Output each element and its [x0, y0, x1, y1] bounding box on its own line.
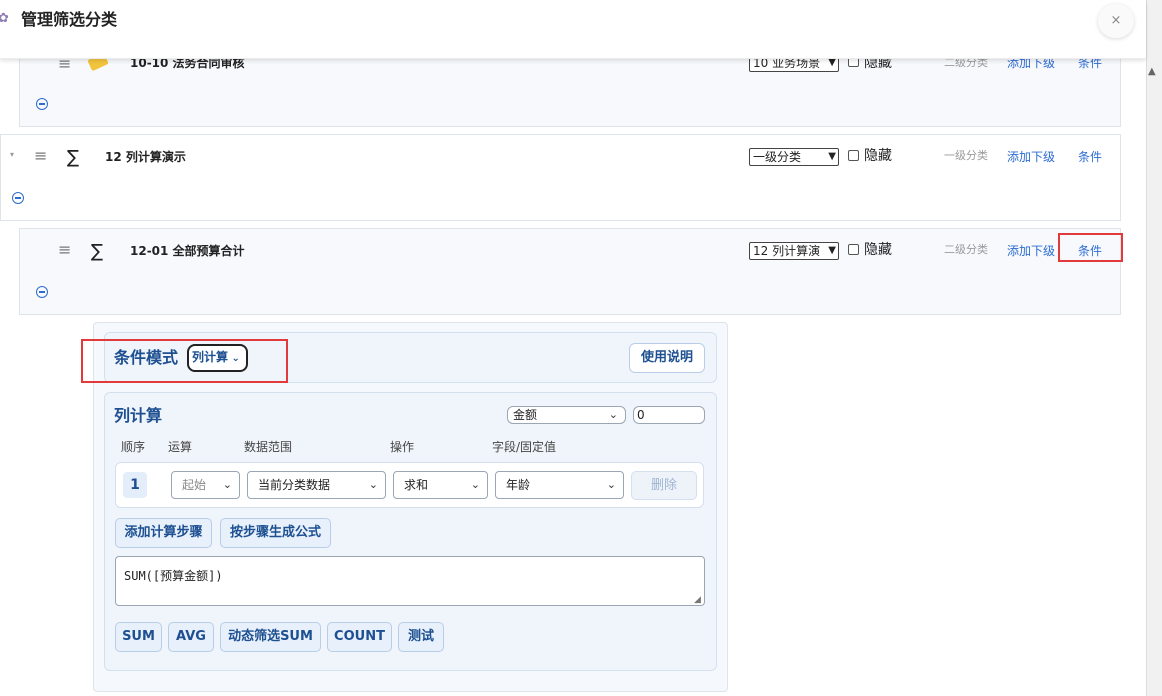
col-order: 顺序 [121, 440, 146, 454]
step-op-select[interactable]: 起始 ⌄ [171, 471, 240, 499]
level-label: 一级分类 [944, 149, 988, 162]
dialog-title: 管理筛选分类 [21, 10, 118, 29]
mode-highlight [81, 339, 288, 383]
gear-icon: ✿ [0, 11, 9, 26]
step-field-select[interactable]: 年龄 ⌄ [495, 471, 624, 499]
hide-checkbox[interactable] [848, 244, 859, 255]
field-value-text: 0 [637, 408, 645, 422]
add-child-link[interactable]: 添加下级 [1007, 147, 1055, 167]
edge-caret-icon: ▲ [1148, 66, 1156, 77]
close-button[interactable]: × [1098, 4, 1134, 38]
col-field: 字段/固定值 [492, 440, 557, 454]
field-value-input[interactable]: 0 [633, 406, 705, 424]
hide-checkbox[interactable] [848, 150, 859, 161]
resize-handle-icon[interactable]: ◢ [694, 595, 701, 605]
category-name: 12 列计算演示 [105, 150, 186, 164]
step-action-select[interactable]: 求和 ⌄ [393, 471, 488, 499]
delete-step-button[interactable]: 删除 [631, 471, 697, 500]
field-select[interactable]: 金额 ⌄ [507, 406, 626, 424]
dialog-header-overlay: ✿ 管理筛选分类 × [0, 0, 1146, 59]
hide-label: 隐藏 [864, 148, 892, 164]
collapse-minus-icon[interactable] [36, 286, 48, 298]
step-order: 1 [123, 472, 147, 498]
parent-category-select[interactable]: 一级分类 ▼ [749, 148, 839, 166]
field-select-value: 金额 [513, 408, 538, 422]
collapse-minus-icon[interactable] [36, 98, 48, 110]
hide-label: 隐藏 [864, 242, 892, 258]
level-label: 二级分类 [944, 243, 988, 256]
select-value: 一级分类 [753, 150, 802, 164]
avg-button[interactable]: AVG [168, 622, 214, 652]
condition-link[interactable]: 条件 [1078, 147, 1102, 167]
range-value: 当前分类数据 [258, 478, 331, 492]
condition-highlight [1058, 233, 1123, 262]
step-range-select[interactable]: 当前分类数据 ⌄ [247, 471, 386, 499]
chevron-down-icon: ⌄ [368, 478, 378, 491]
col-range: 数据范围 [244, 440, 293, 454]
formula-textarea[interactable]: SUM([预算金额]) [115, 556, 705, 606]
formula-text: SUM([预算金额]) [124, 569, 223, 583]
generate-formula-button[interactable]: 按步骤生成公式 [220, 518, 331, 548]
help-button[interactable]: 使用说明 [629, 343, 705, 373]
drag-handle-icon[interactable]: ≡ [58, 240, 71, 260]
scrollbar[interactable] [1146, 0, 1162, 696]
select-value: 12 列计算演 [753, 244, 821, 258]
sum-button[interactable]: SUM [115, 622, 162, 652]
collapse-minus-icon[interactable] [12, 192, 24, 204]
test-button[interactable]: 测试 [398, 622, 444, 652]
add-step-button[interactable]: 添加计算步骤 [115, 518, 212, 548]
field-value: 年龄 [506, 478, 531, 492]
chevron-down-icon: ⌄ [606, 478, 616, 491]
dynamic-sum-button[interactable]: 动态筛选SUM [220, 622, 321, 652]
parent-category-select[interactable]: 12 列计算演 ▼ [749, 242, 839, 260]
chevron-down-icon: ⌄ [470, 478, 480, 491]
chevron-down-icon: ▼ [828, 151, 836, 162]
expand-caret-icon[interactable]: ▾ [10, 150, 14, 159]
category-name: 12-01 全部预算合计 [130, 244, 245, 258]
calc-title: 列计算 [114, 406, 163, 425]
col-action: 操作 [390, 440, 415, 454]
count-button[interactable]: COUNT [327, 622, 392, 652]
op-value: 起始 [182, 478, 207, 492]
action-value: 求和 [404, 478, 429, 492]
col-op: 运算 [168, 440, 193, 454]
chevron-down-icon: ▼ [828, 245, 836, 256]
sigma-icon: ∑ [91, 241, 104, 262]
drag-handle-icon[interactable]: ≡ [34, 146, 47, 166]
chevron-down-icon: ⌄ [608, 408, 618, 421]
chevron-down-icon: ⌄ [222, 478, 232, 491]
add-child-link[interactable]: 添加下级 [1007, 241, 1055, 261]
sigma-icon: ∑ [67, 147, 80, 168]
